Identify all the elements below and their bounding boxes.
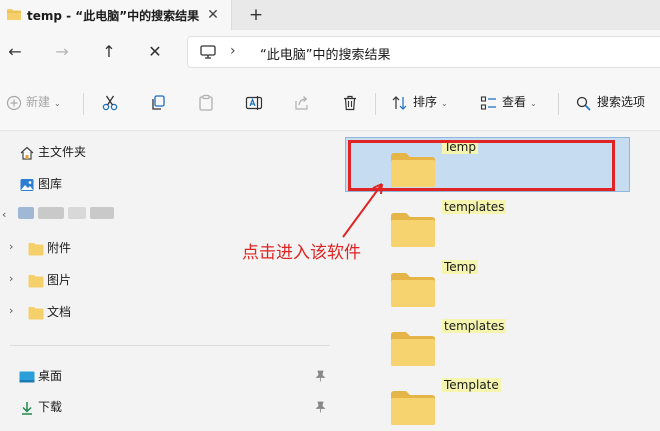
folder-icon [28, 242, 44, 255]
chevron-right-icon[interactable]: › [230, 43, 236, 59]
folder-icon [28, 274, 44, 287]
sidebar-item-gallery[interactable]: 图库 [19, 173, 62, 195]
sidebar-item-pictures[interactable]: 图片 [28, 269, 71, 291]
navigation-pane: 主文件夹 图库 ‹ › 附件 › 图片 › 文档 桌面 下载 [0, 131, 338, 431]
sort-icon [392, 95, 407, 110]
address-text: “此电脑”中的搜索结果 [260, 48, 391, 63]
annotation-highlight-box [348, 140, 615, 191]
divider [10, 345, 330, 346]
close-tab-icon[interactable]: ✕ [203, 5, 223, 25]
home-icon [20, 146, 34, 160]
new-label: 新建 [26, 95, 51, 109]
sidebar-item-label: 下载 [38, 400, 63, 414]
sidebar-item-downloads[interactable]: 下载 [19, 396, 334, 418]
collapse-arrow-icon[interactable]: ‹ [2, 208, 6, 221]
sort-label: 排序 [413, 95, 438, 109]
new-tab-button[interactable]: + [245, 4, 267, 26]
view-label: 查看 [502, 95, 527, 109]
sidebar-item-label: 附件 [47, 241, 72, 255]
expand-chevron-icon[interactable]: › [9, 240, 13, 253]
folder-icon [391, 332, 435, 366]
pin-icon[interactable] [315, 365, 326, 387]
paste-button[interactable] [197, 91, 215, 113]
sidebar-item-label: 桌面 [38, 369, 63, 383]
folder-icon [7, 9, 21, 20]
tab-title: temp - “此电脑”中的搜索结果 [27, 9, 200, 23]
folder-icon [391, 273, 435, 307]
expand-chevron-icon[interactable]: › [9, 272, 13, 285]
divider [558, 93, 559, 115]
view-button[interactable]: 查看 ⌄ [480, 91, 537, 113]
share-icon [295, 95, 308, 110]
folder-icon [391, 213, 435, 247]
command-bar: 新建 ⌄ 排序 ⌄ 查看 ⌄ 搜索选项 [0, 75, 660, 131]
tab-temp[interactable]: temp - “此电脑”中的搜索结果 ✕ [0, 0, 232, 30]
search-options-button[interactable]: 搜索选项 [575, 91, 645, 113]
folder-icon [391, 391, 435, 425]
chevron-down-icon: ⌄ [441, 99, 448, 108]
sidebar-item-attachments[interactable]: 附件 [28, 237, 71, 259]
expand-chevron-icon[interactable]: › [9, 304, 13, 317]
sidebar-item-label: 图库 [38, 177, 63, 191]
rename-icon [245, 95, 263, 110]
computer-icon [200, 45, 216, 59]
stop-button[interactable]: ✕ [143, 40, 167, 64]
file-name: Template [442, 378, 501, 392]
list-item[interactable]: templates [390, 200, 507, 250]
search-options-label: 搜索选项 [597, 95, 646, 109]
annotation-text: 点击进入该软件 [242, 243, 361, 263]
desktop-icon [19, 371, 35, 382]
sidebar-item-label: 文档 [47, 305, 72, 319]
divider [83, 93, 84, 115]
navigation-bar: ← → ↑ ✕ › “此电脑”中的搜索结果 [0, 30, 660, 75]
search-icon [576, 96, 591, 111]
sidebar-item-documents[interactable]: 文档 [28, 301, 71, 323]
chevron-down-icon: ⌄ [530, 99, 537, 108]
share-button[interactable] [293, 91, 311, 113]
trash-icon [344, 95, 356, 110]
sidebar-item-label: 图片 [47, 273, 72, 287]
view-list-icon [480, 95, 496, 110]
sort-button[interactable]: 排序 ⌄ [391, 91, 448, 113]
divider [375, 93, 376, 115]
copy-icon [152, 94, 165, 110]
pin-icon[interactable] [315, 396, 326, 418]
back-button[interactable]: ← [3, 40, 27, 64]
list-item[interactable]: Template [390, 378, 501, 428]
sidebar-item-desktop[interactable]: 桌面 [19, 365, 334, 387]
user-account-item[interactable] [18, 205, 128, 221]
folder-icon [28, 306, 44, 319]
download-icon [22, 401, 32, 415]
up-button[interactable]: ↑ [97, 40, 121, 64]
plus-circle-icon [6, 95, 22, 110]
new-button[interactable]: 新建 ⌄ [6, 91, 61, 113]
list-item[interactable]: templates [390, 319, 507, 369]
sidebar-item-label: 主文件夹 [38, 145, 87, 159]
file-name: templates [442, 319, 507, 333]
file-name: Temp [442, 260, 478, 274]
chevron-down-icon: ⌄ [54, 99, 61, 108]
title-bar: temp - “此电脑”中的搜索结果 ✕ + [0, 0, 660, 30]
file-name: templates [442, 200, 507, 214]
sidebar-item-home[interactable]: 主文件夹 [19, 141, 86, 163]
gallery-icon [20, 178, 34, 191]
clipboard-icon [199, 94, 213, 111]
address-bar[interactable]: › “此电脑”中的搜索结果 [187, 36, 660, 68]
delete-button[interactable] [341, 91, 359, 113]
list-item[interactable]: Temp [390, 260, 500, 310]
cut-button[interactable] [101, 91, 119, 113]
copy-button[interactable] [149, 91, 167, 113]
forward-button[interactable]: → [50, 40, 74, 64]
rename-button[interactable] [245, 91, 263, 113]
scissors-icon [102, 95, 118, 110]
